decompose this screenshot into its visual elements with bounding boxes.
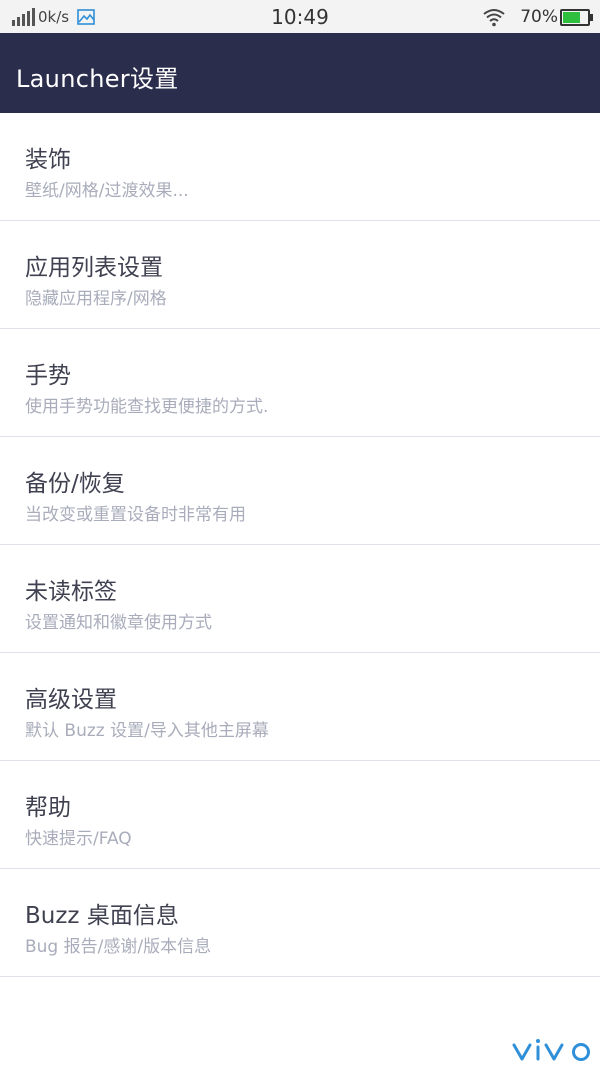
- setting-title: 备份/恢复: [25, 471, 125, 497]
- battery-fill: [563, 11, 580, 23]
- setting-title: 高级设置: [25, 687, 117, 713]
- setting-subtitle: 默认 Buzz 设置/导入其他主屏幕: [25, 721, 269, 741]
- setting-title: 手势: [25, 363, 71, 389]
- setting-subtitle: 当改变或重置设备时非常有用: [25, 505, 246, 525]
- setting-title: 应用列表设置: [25, 255, 163, 281]
- status-bar: 0k/s 10:49 70%: [0, 0, 600, 33]
- setting-title: 帮助: [25, 795, 71, 821]
- setting-gestures[interactable]: 手势 使用手势功能查找更便捷的方式.: [0, 329, 600, 437]
- setting-decoration[interactable]: 装饰 壁纸/网格/过渡效果...: [0, 113, 600, 221]
- setting-help[interactable]: 帮助 快速提示/FAQ: [0, 761, 600, 869]
- page-title: Launcher设置: [16, 65, 179, 93]
- setting-subtitle: 隐藏应用程序/网格: [25, 289, 167, 309]
- battery-percent: 70%: [520, 7, 558, 27]
- status-right: 70%: [482, 6, 593, 28]
- setting-title: 未读标签: [25, 579, 117, 605]
- setting-title: 装饰: [25, 147, 71, 173]
- setting-title: Buzz 桌面信息: [25, 903, 179, 929]
- wifi-icon: [483, 9, 505, 27]
- app-bar: Launcher设置: [0, 33, 600, 113]
- setting-app-list[interactable]: 应用列表设置 隐藏应用程序/网格: [0, 221, 600, 329]
- setting-subtitle: 设置通知和徽章使用方式: [25, 613, 212, 633]
- setting-subtitle: 快速提示/FAQ: [25, 829, 132, 849]
- setting-unread-badges[interactable]: 未读标签 设置通知和徽章使用方式: [0, 545, 600, 653]
- vivo-logo: [512, 1039, 590, 1061]
- setting-subtitle: 使用手势功能查找更便捷的方式.: [25, 397, 269, 417]
- setting-about[interactable]: Buzz 桌面信息 Bug 报告/感谢/版本信息: [0, 869, 600, 977]
- settings-list: 装饰 壁纸/网格/过渡效果... 应用列表设置 隐藏应用程序/网格 手势 使用手…: [0, 113, 600, 977]
- setting-backup-restore[interactable]: 备份/恢复 当改变或重置设备时非常有用: [0, 437, 600, 545]
- setting-advanced[interactable]: 高级设置 默认 Buzz 设置/导入其他主屏幕: [0, 653, 600, 761]
- battery-icon: [560, 8, 593, 26]
- setting-subtitle: 壁纸/网格/过渡效果...: [25, 181, 189, 201]
- setting-subtitle: Bug 报告/感谢/版本信息: [25, 937, 212, 957]
